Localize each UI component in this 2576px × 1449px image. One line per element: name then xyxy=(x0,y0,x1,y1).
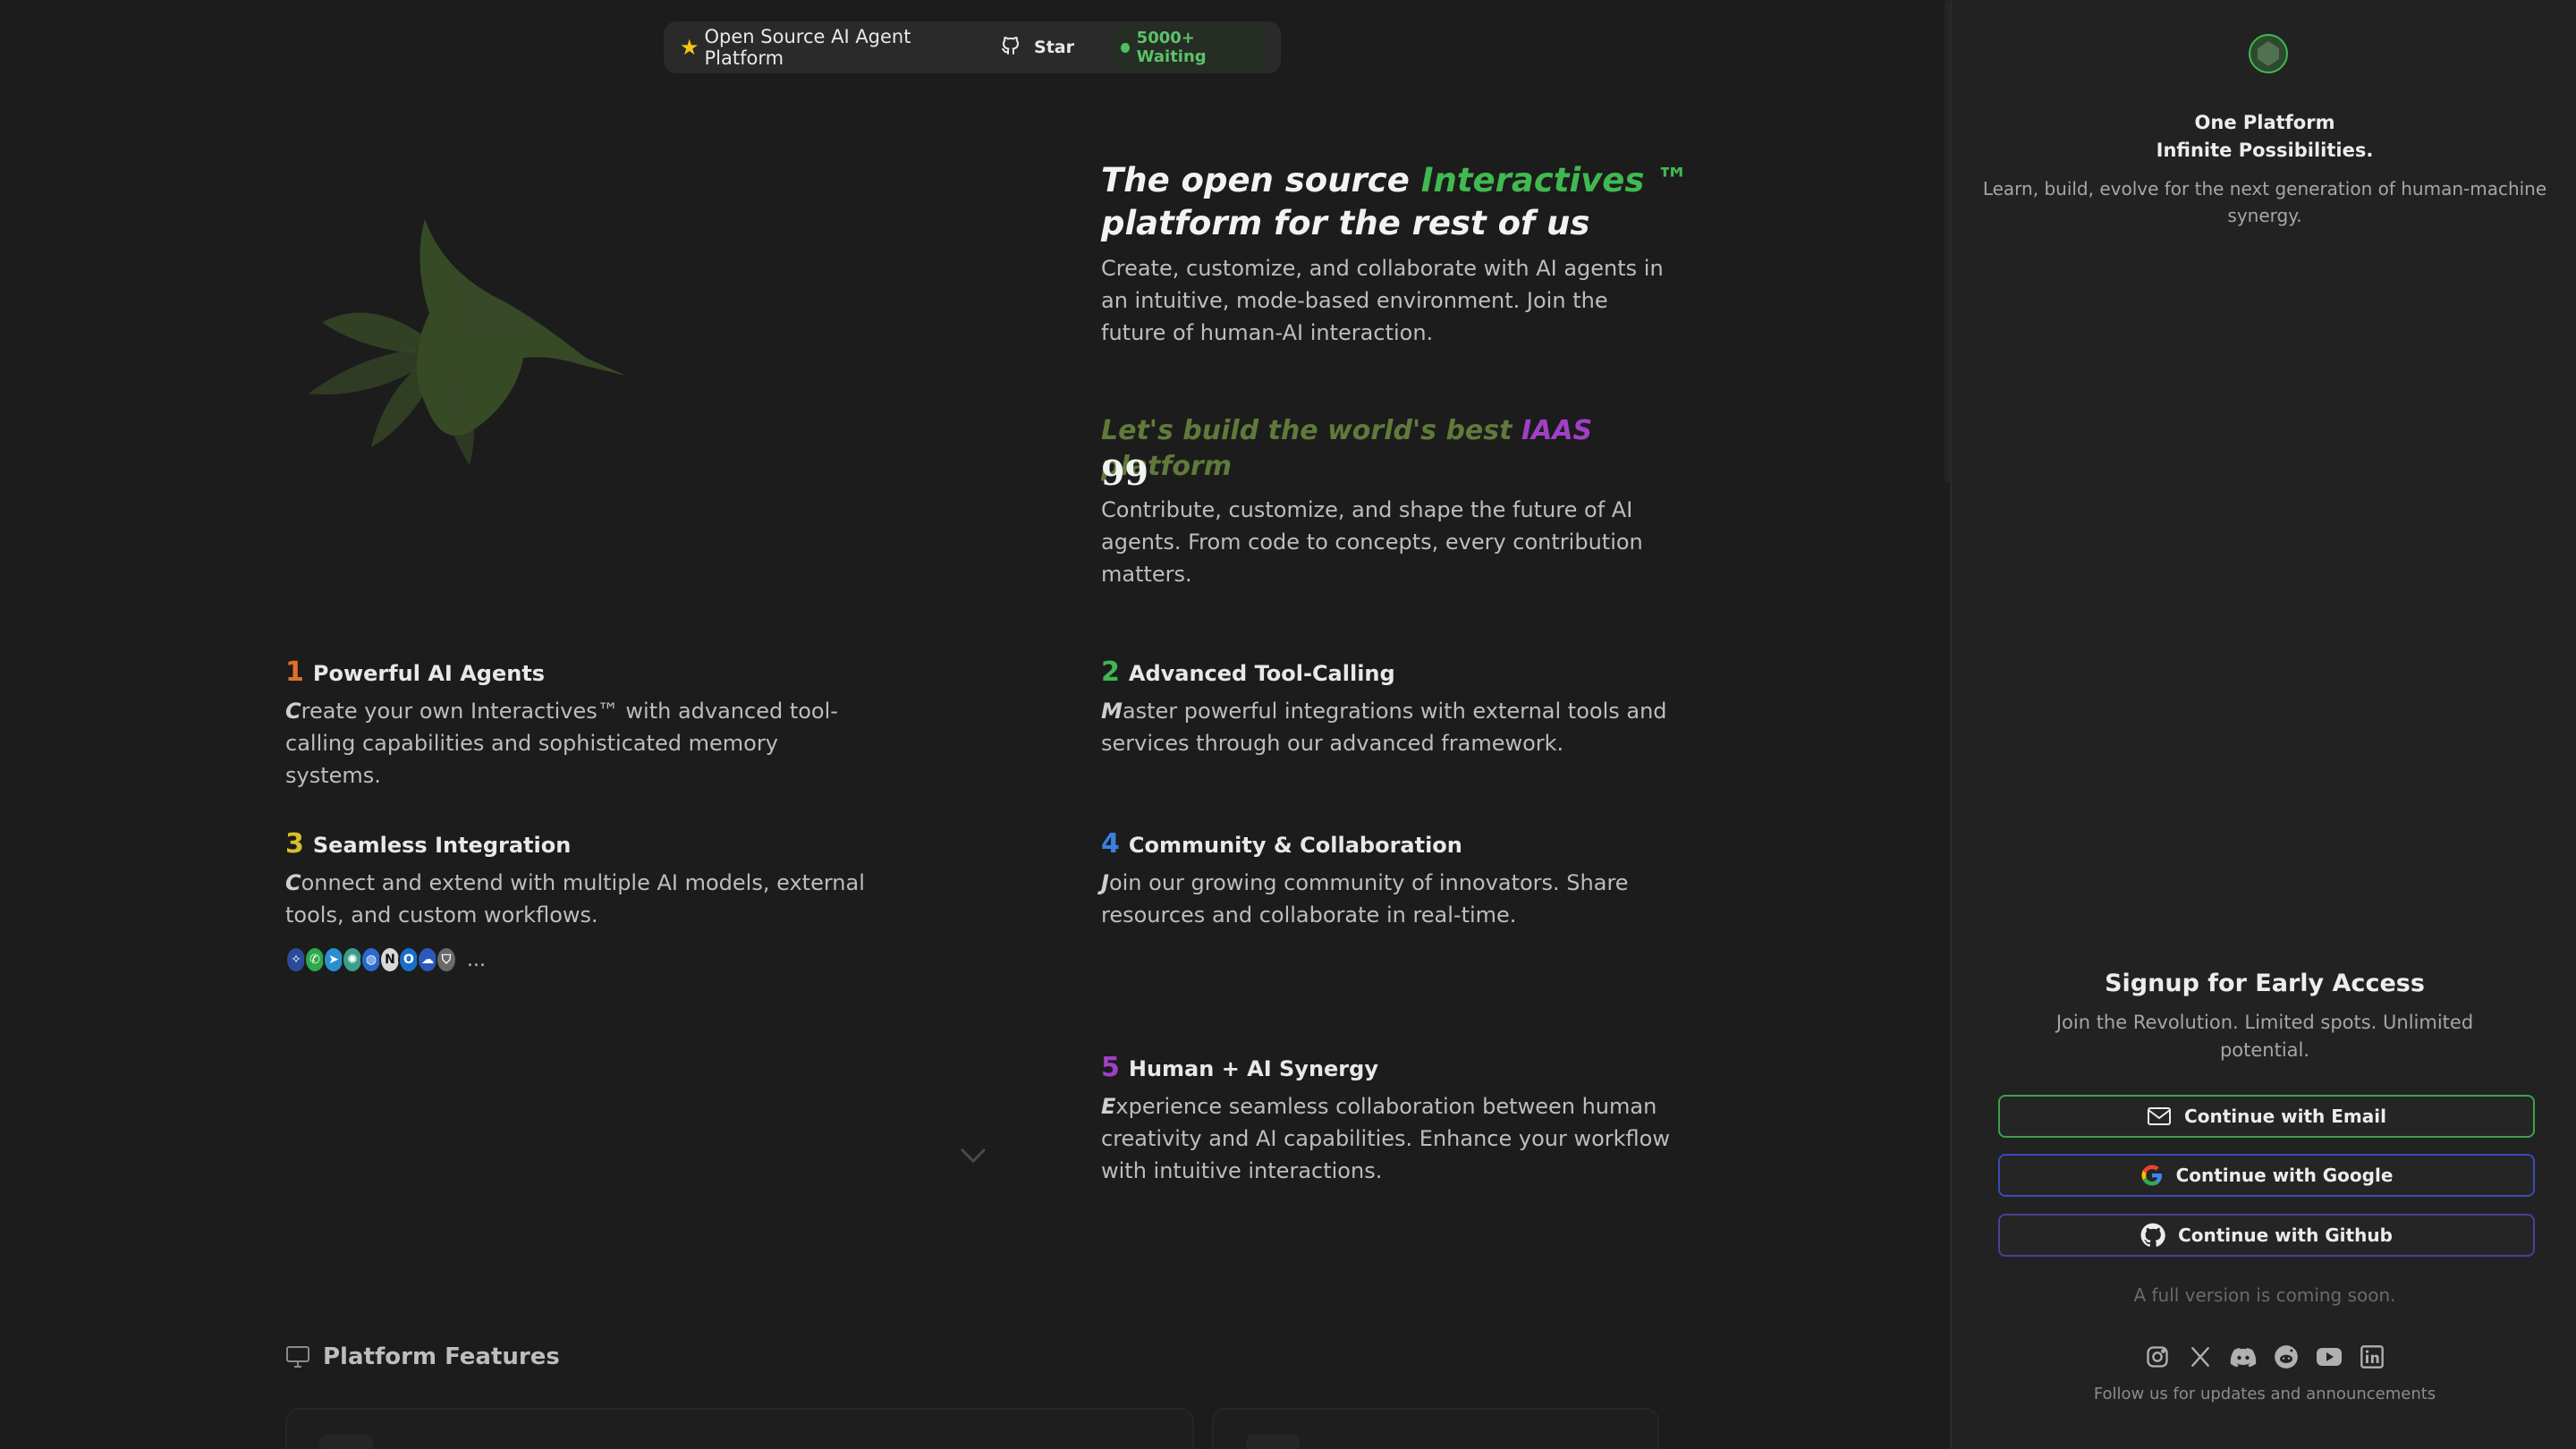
shield-icon: ⛉ xyxy=(436,946,457,973)
feature-text: oin our growing community of innovators.… xyxy=(1101,870,1629,928)
waiting-badge: 5000+ Waiting xyxy=(1110,23,1265,72)
feature-text: aster powerful integrations with externa… xyxy=(1101,699,1667,756)
reddit-icon[interactable] xyxy=(2273,1343,2300,1370)
email-button-label: Continue with Email xyxy=(2184,1106,2386,1127)
feature-text: xperience seamless collaboration between… xyxy=(1101,1094,1670,1183)
continue-with-github-button[interactable]: Continue with Github xyxy=(1998,1214,2535,1257)
github-star-button[interactable]: Star xyxy=(1000,35,1074,60)
feature-initial: C xyxy=(285,870,301,895)
quote-title-highlight: IAAS xyxy=(1521,415,1593,446)
google-icon xyxy=(2141,1165,2162,1186)
linkedin-icon[interactable] xyxy=(2359,1343,2385,1370)
monitor-icon xyxy=(286,1346,309,1368)
continue-with-email-button[interactable]: Continue with Email xyxy=(1998,1095,2535,1138)
star-icon: ★ xyxy=(680,35,699,60)
panel-tagline: One Platform Infinite Possibilities. xyxy=(1952,109,2576,165)
chevron-down-icon[interactable] xyxy=(959,1145,987,1166)
more-integrations: ... xyxy=(467,948,486,971)
card-tab xyxy=(1246,1435,1300,1449)
quote-mark-icon: 99 xyxy=(1101,453,1148,493)
feature-title: Seamless Integration xyxy=(312,833,572,858)
waiting-count: 5000+ Waiting xyxy=(1136,29,1207,66)
feature-title: Human + AI Synergy xyxy=(1128,1056,1378,1081)
feature-initial: J xyxy=(1101,870,1109,895)
feature-title: Community & Collaboration xyxy=(1128,833,1462,858)
github-button-label: Continue with Github xyxy=(2178,1224,2393,1246)
panel-tagline-line2: Infinite Possibilities. xyxy=(2156,140,2374,161)
feature-initial: M xyxy=(1101,699,1123,724)
quote-description: Contribute, customize, and shape the fut… xyxy=(1101,497,1643,587)
feature-community-collaboration: 4 Community & Collaboration Join our gro… xyxy=(1101,828,1682,931)
hero-title-highlight: Interactives ™ xyxy=(1420,161,1690,199)
hero-title: The open source Interactives ™ platform … xyxy=(1101,159,1727,245)
feature-description: Master powerful integrations with extern… xyxy=(1101,695,1682,759)
platform-tagline: Open Source AI Agent Platform xyxy=(704,26,911,69)
announcement-bar: ★ Open Source AI Agent Platform Star 500… xyxy=(664,21,1281,73)
quote-title: Let's build the world's best IAAS platfo… xyxy=(1101,413,1727,485)
feature-text: reate your own Interactives™ with advanc… xyxy=(285,699,838,788)
feature-description: Experience seamless collaboration betwee… xyxy=(1101,1090,1682,1187)
feature-human-ai-synergy: 5 Human + AI Synergy Experience seamless… xyxy=(1101,1052,1682,1187)
signup-title: Signup for Early Access xyxy=(2105,970,2425,997)
feature-card[interactable] xyxy=(285,1408,1194,1449)
feature-number: 1 xyxy=(285,657,304,688)
feature-powerful-ai-agents: 1 Powerful AI Agents Create your own Int… xyxy=(285,657,867,792)
feature-number: 2 xyxy=(1101,657,1120,688)
feature-title: Powerful AI Agents xyxy=(312,661,546,686)
feature-text: onnect and extend with multiple AI model… xyxy=(285,870,865,928)
discord-icon[interactable] xyxy=(2230,1343,2257,1370)
follow-note: Follow us for updates and announcements xyxy=(2093,1385,2436,1403)
hero-title-prefix: The open source xyxy=(1101,161,1410,199)
feature-description: Connect and extend with multiple AI mode… xyxy=(285,867,867,931)
status-dot-icon xyxy=(1121,42,1130,53)
feature-title: Advanced Tool-Calling xyxy=(1128,661,1395,686)
feature-number: 4 xyxy=(1101,828,1120,860)
signup-description: Join the Revolution. Limited spots. Unli… xyxy=(2055,1012,2474,1061)
github-icon xyxy=(2140,1223,2165,1247)
main-content: ★ Open Source AI Agent Platform Star 500… xyxy=(0,0,1950,1449)
integration-icons: ✧ ✆ ➤ ✺ ◍ N O ☁ ⛉ ... xyxy=(285,946,486,973)
page: ★ Open Source AI Agent Platform Star 500… xyxy=(0,0,2576,1449)
panel-subtitle: Learn, build, evolve for the next genera… xyxy=(1982,178,2547,226)
coming-soon-note: A full version is coming soon. xyxy=(2133,1284,2396,1306)
mail-icon xyxy=(2148,1107,2172,1125)
feature-initial: E xyxy=(1101,1094,1116,1119)
x-icon[interactable] xyxy=(2187,1343,2214,1370)
continue-with-google-button[interactable]: Continue with Google xyxy=(1998,1154,2535,1197)
feature-initial: C xyxy=(285,699,301,724)
feature-description: Create your own Interactives™ with advan… xyxy=(285,695,867,792)
feature-card[interactable] xyxy=(1212,1408,1659,1449)
feature-seamless-integration: 3 Seamless Integration Connect and exten… xyxy=(285,828,867,931)
hero-description: Create, customize, and collaborate with … xyxy=(1101,256,1664,345)
card-tab xyxy=(319,1435,373,1449)
feature-description: Join our growing community of innovators… xyxy=(1101,867,1682,931)
star-label: Star xyxy=(1034,38,1074,57)
youtube-icon[interactable] xyxy=(2316,1343,2343,1370)
platform-features-heading: Platform Features xyxy=(285,1343,560,1370)
google-button-label: Continue with Google xyxy=(2175,1165,2394,1186)
feature-advanced-tool-calling: 2 Advanced Tool-Calling Master powerful … xyxy=(1101,657,1682,759)
hummingbird-logo xyxy=(309,219,626,465)
instagram-icon[interactable] xyxy=(2144,1343,2171,1370)
platform-features-label: Platform Features xyxy=(323,1343,560,1370)
social-links xyxy=(1952,1343,2576,1370)
brand-logo-icon xyxy=(2249,34,2288,73)
feature-number: 3 xyxy=(285,828,304,860)
signup-panel: One Platform Infinite Possibilities. Lea… xyxy=(1950,0,2576,1449)
panel-tagline-line1: One Platform xyxy=(2194,112,2335,133)
feature-number: 5 xyxy=(1101,1052,1120,1083)
hero-title-suffix: platform for the rest of us xyxy=(1101,204,1590,242)
quote-title-prefix: Let's build the world's best xyxy=(1101,415,1513,446)
github-icon xyxy=(1000,35,1021,60)
